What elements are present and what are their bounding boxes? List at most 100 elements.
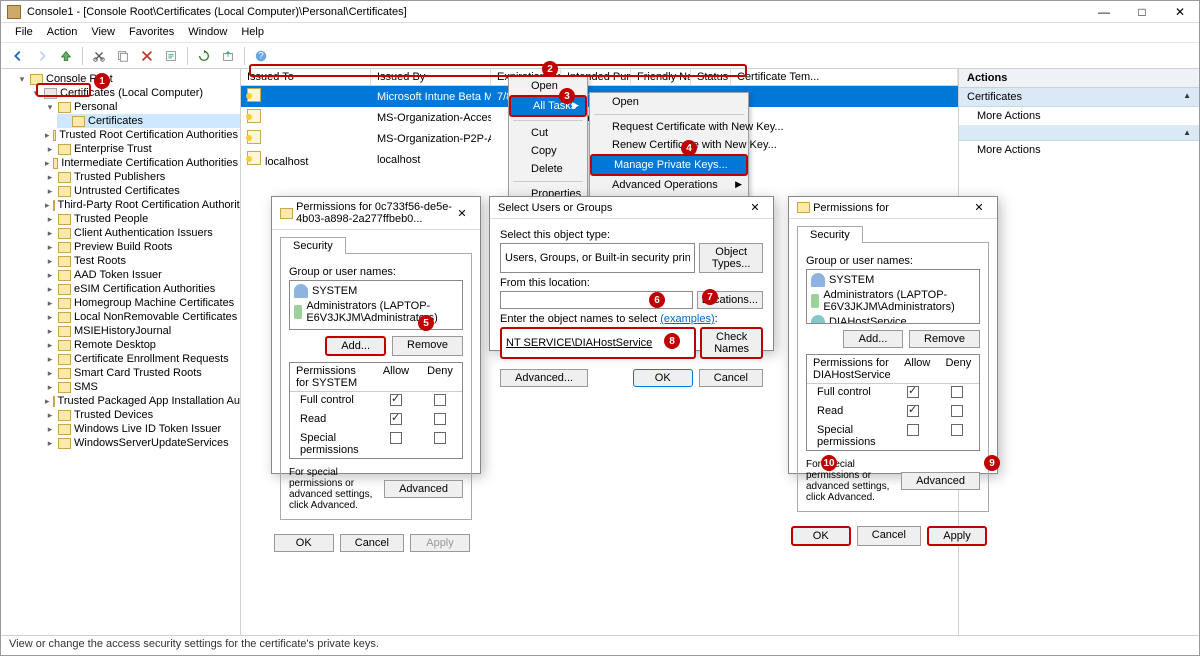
allow-checkbox[interactable] [907, 424, 919, 436]
ctx-request-cert[interactable]: Request Certificate with New Key... [590, 118, 748, 136]
col-friendly[interactable]: Friendly Name [631, 69, 691, 85]
help-icon[interactable]: ? [250, 45, 272, 67]
dialog-close[interactable]: ✕ [745, 201, 765, 214]
tree-node[interactable]: ▸SMS [43, 380, 240, 394]
user-item[interactable]: Administrators (LAPTOP-E6V3JKJM\Administ… [292, 299, 460, 325]
ok-button[interactable]: OK [633, 369, 693, 387]
tree-node[interactable]: ▸Trusted Packaged App Installation Autho… [43, 394, 240, 408]
col-issued-to[interactable]: Issued To [241, 69, 371, 85]
object-types-button[interactable]: Object Types... [699, 243, 763, 273]
tree-certificates-local[interactable]: ▾Certificates (Local Computer) [29, 86, 240, 100]
ctx-cut[interactable]: Cut [509, 124, 587, 142]
ctx-manage-private-keys[interactable]: Manage Private Keys... [590, 154, 748, 176]
cancel-button[interactable]: Cancel [857, 526, 921, 546]
collapse-icon[interactable]: ▲ [1183, 128, 1191, 137]
col-status[interactable]: Status [691, 69, 731, 85]
remove-button[interactable]: Remove [909, 330, 980, 348]
cancel-button[interactable]: Cancel [699, 369, 763, 387]
minimize-button[interactable]: — [1085, 1, 1123, 23]
ctx-open2[interactable]: Open [590, 93, 748, 111]
user-item[interactable]: SYSTEM [292, 283, 460, 299]
up-button[interactable] [55, 45, 77, 67]
advanced-button[interactable]: Advanced... [500, 369, 588, 387]
deny-checkbox[interactable] [951, 386, 963, 398]
tree-certificates[interactable]: Certificates [57, 114, 240, 128]
apply-button[interactable]: Apply [410, 534, 470, 552]
advanced-button[interactable]: Advanced [901, 472, 980, 490]
menu-action[interactable]: Action [41, 25, 84, 40]
tree-personal[interactable]: ▾Personal [43, 100, 240, 114]
tree-node[interactable]: ▸Windows Live ID Token Issuer [43, 422, 240, 436]
menu-window[interactable]: Window [182, 25, 233, 40]
object-names-input[interactable] [500, 327, 696, 359]
ctx-advanced-ops[interactable]: Advanced Operations▶ [590, 176, 748, 194]
actions-section[interactable]: Certificates▲ [959, 88, 1199, 107]
tree-node[interactable]: ▸Third-Party Root Certification Authorit… [43, 198, 240, 212]
tree-node[interactable]: ▸Enterprise Trust [43, 142, 240, 156]
users-listbox[interactable]: SYSTEM Administrators (LAPTOP-E6V3JKJM\A… [806, 269, 980, 324]
user-item[interactable]: Administrators (LAPTOP-E6V3JKJM\Administ… [809, 288, 977, 314]
cut-icon[interactable] [88, 45, 110, 67]
tree-node[interactable]: ▸Local NonRemovable Certificates [43, 310, 240, 324]
back-button[interactable] [7, 45, 29, 67]
deny-checkbox[interactable] [951, 424, 963, 436]
list-header[interactable]: Issued To Issued By Expiration Date Inte… [241, 69, 958, 86]
ok-button[interactable]: OK [791, 526, 851, 546]
remove-button[interactable]: Remove [392, 336, 463, 356]
actions-more[interactable]: More Actions [959, 141, 1199, 159]
users-listbox[interactable]: SYSTEM Administrators (LAPTOP-E6V3JKJM\A… [289, 280, 463, 330]
forward-button[interactable] [31, 45, 53, 67]
cancel-button[interactable]: Cancel [340, 534, 404, 552]
tree-node[interactable]: ▸Certificate Enrollment Requests [43, 352, 240, 366]
deny-checkbox[interactable] [434, 432, 446, 444]
export-icon[interactable] [217, 45, 239, 67]
col-template[interactable]: Certificate Tem... [731, 69, 958, 85]
collapse-icon[interactable]: ▲ [1183, 91, 1191, 103]
dialog-close[interactable]: ✕ [452, 207, 472, 220]
advanced-button[interactable]: Advanced [384, 480, 463, 498]
tree-node[interactable]: ▸Trusted Devices [43, 408, 240, 422]
dialog-close[interactable]: ✕ [969, 201, 989, 214]
refresh-icon[interactable] [193, 45, 215, 67]
check-names-button[interactable]: Check Names [700, 327, 763, 359]
allow-checkbox[interactable] [907, 405, 919, 417]
tree-node[interactable]: ▸Untrusted Certificates [43, 184, 240, 198]
ok-button[interactable]: OK [274, 534, 334, 552]
tree-node[interactable]: ▸Trusted Root Certification Authorities [43, 128, 240, 142]
user-item[interactable]: DIAHostService [809, 314, 977, 324]
close-button[interactable]: ✕ [1161, 1, 1199, 23]
tree-node[interactable]: ▸Trusted People [43, 212, 240, 226]
tree-node[interactable]: ▸MSIEHistoryJournal [43, 324, 240, 338]
ctx-all-tasks[interactable]: All Tasks▶ [509, 95, 587, 117]
menu-file[interactable]: File [9, 25, 39, 40]
col-issued-by[interactable]: Issued By [371, 69, 491, 85]
tree-pane[interactable]: ▾Console Root ▾Certificates (Local Compu… [1, 69, 241, 635]
ctx-copy[interactable]: Copy [509, 142, 587, 160]
tree-node[interactable]: ▸Homegroup Machine Certificates [43, 296, 240, 310]
actions-more[interactable]: More Actions [959, 107, 1199, 125]
tree-node[interactable]: ▸Remote Desktop [43, 338, 240, 352]
maximize-button[interactable]: □ [1123, 1, 1161, 23]
add-button[interactable]: Add... [843, 330, 903, 348]
allow-checkbox[interactable] [390, 394, 402, 406]
allow-checkbox[interactable] [390, 432, 402, 444]
menu-view[interactable]: View [85, 25, 121, 40]
tree-node[interactable]: ▸Intermediate Certification Authorities [43, 156, 240, 170]
deny-checkbox[interactable] [434, 413, 446, 425]
allow-checkbox[interactable] [390, 413, 402, 425]
tree-node[interactable]: ▸AAD Token Issuer [43, 268, 240, 282]
tree-node[interactable]: ▸Smart Card Trusted Roots [43, 366, 240, 380]
tab-security[interactable]: Security [280, 237, 346, 254]
deny-checkbox[interactable] [434, 394, 446, 406]
tree-node[interactable]: ▸Client Authentication Issuers [43, 226, 240, 240]
ctx-renew-cert[interactable]: Renew Certificate with New Key... [590, 136, 748, 154]
tree-node[interactable]: ▸WindowsServerUpdateServices [43, 436, 240, 450]
apply-button[interactable]: Apply [927, 526, 987, 546]
tree-node[interactable]: ▸eSIM Certification Authorities [43, 282, 240, 296]
tree-node[interactable]: ▸Trusted Publishers [43, 170, 240, 184]
tab-security[interactable]: Security [797, 226, 863, 243]
properties-icon[interactable] [160, 45, 182, 67]
delete-icon[interactable] [136, 45, 158, 67]
user-item[interactable]: SYSTEM [809, 272, 977, 288]
tree-node[interactable]: ▸Preview Build Roots [43, 240, 240, 254]
